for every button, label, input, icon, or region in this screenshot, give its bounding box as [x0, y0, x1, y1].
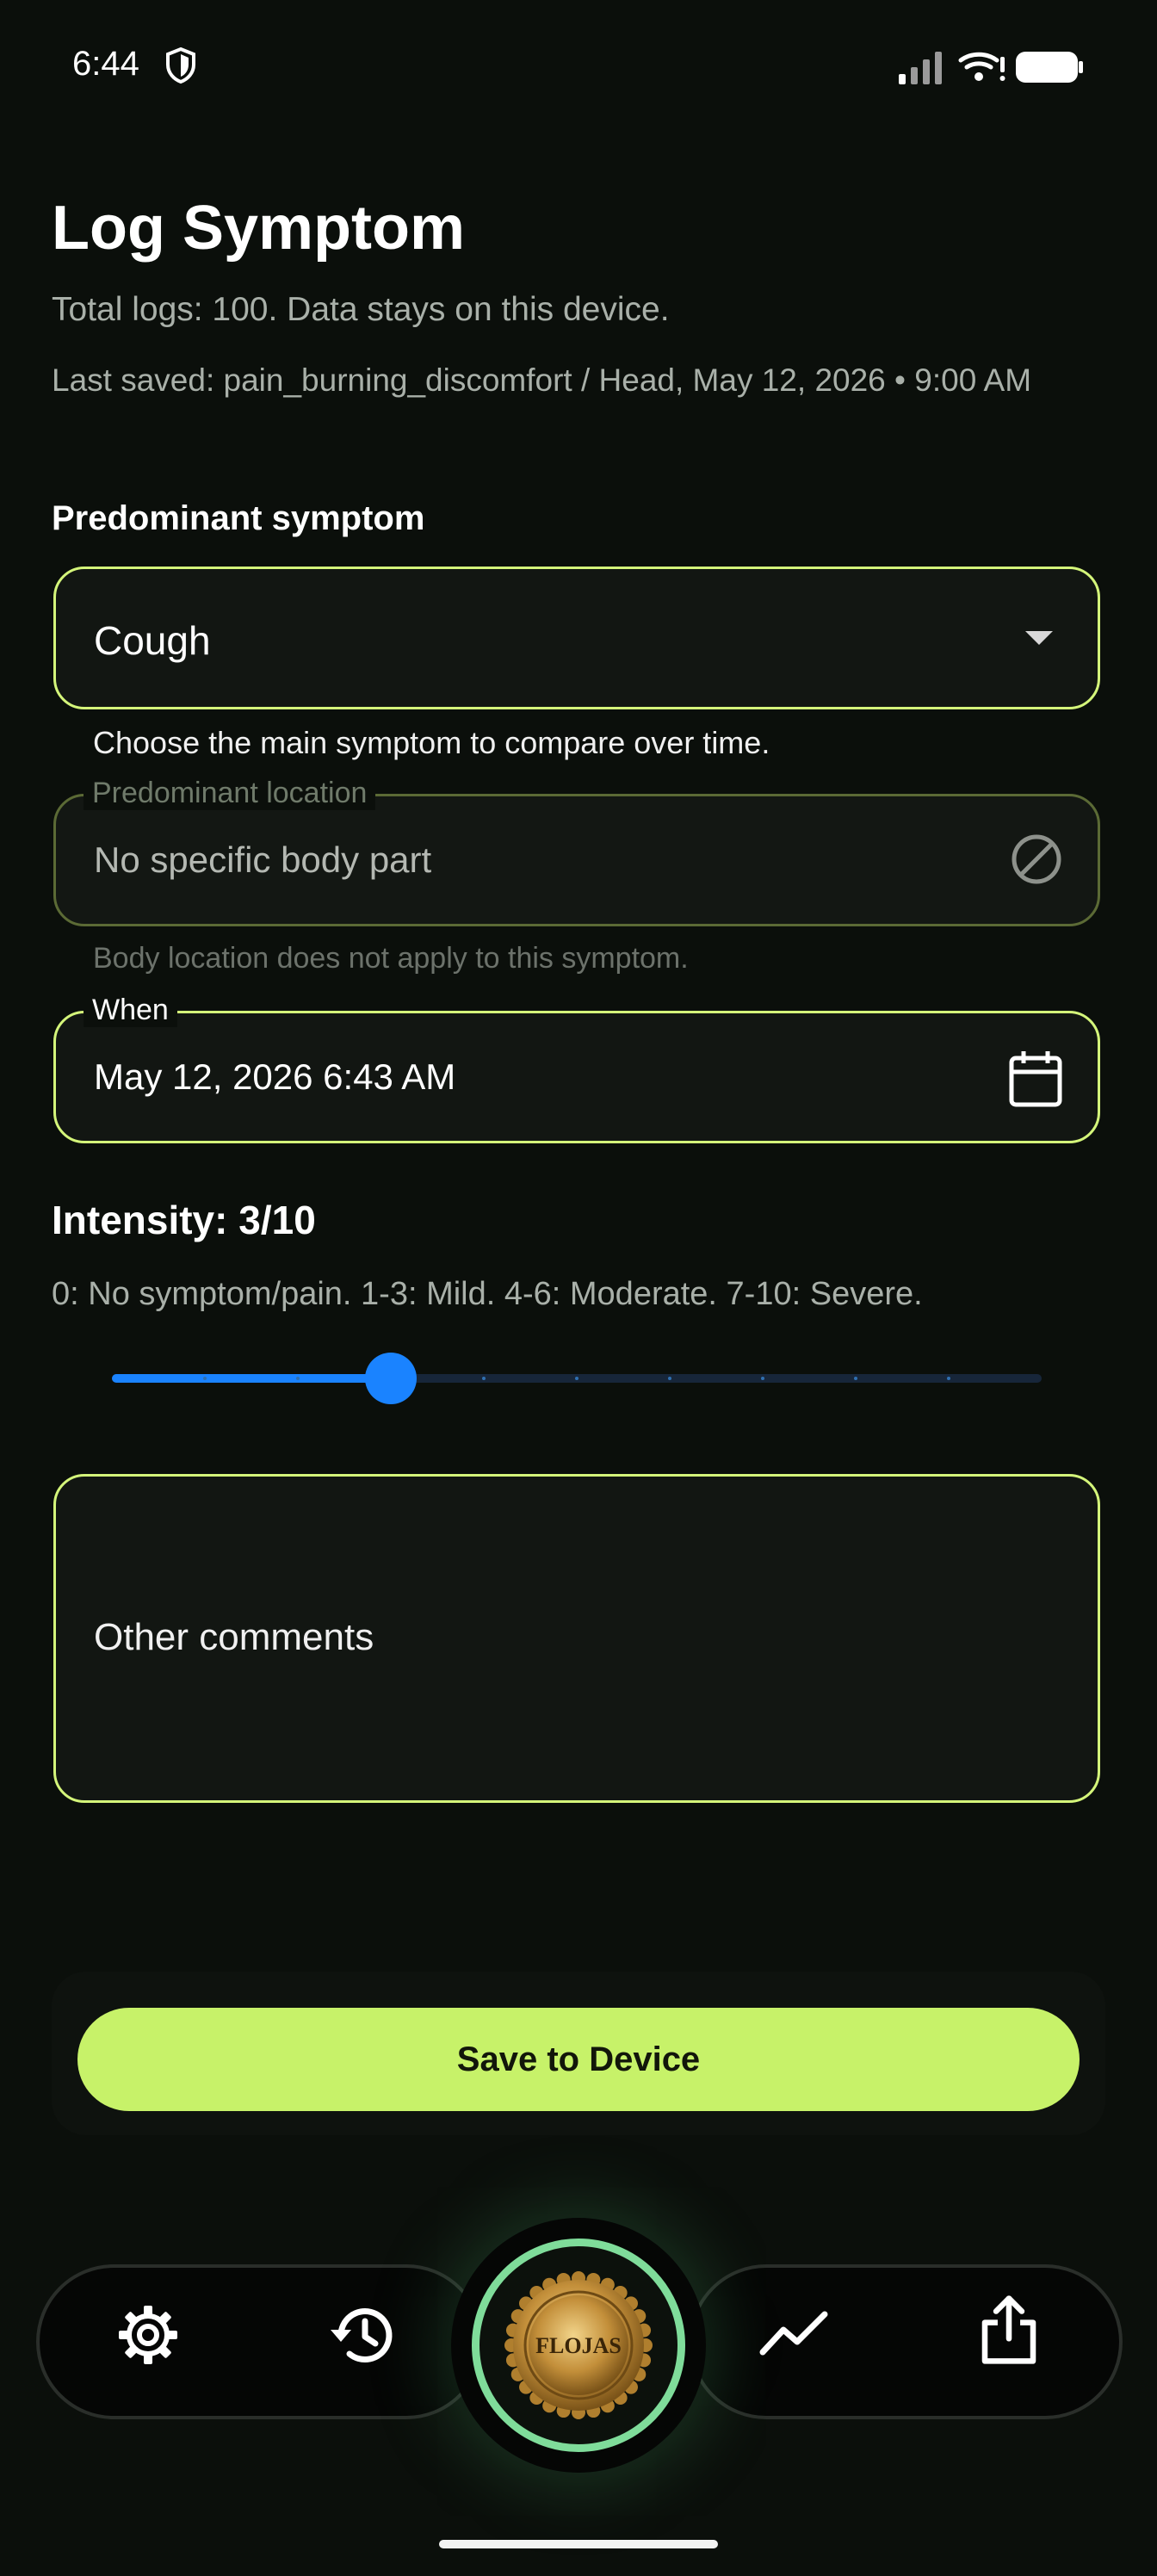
status-time: 6:44: [72, 45, 139, 83]
slider-tick: [296, 1377, 300, 1380]
flojas-logo[interactable]: FLOJAS: [503, 2269, 654, 2421]
slider-tick: [575, 1377, 578, 1380]
slider-tick: [668, 1377, 671, 1380]
slider-tick: [947, 1377, 950, 1380]
location-value: No specific body part: [94, 839, 432, 880]
comments-field[interactable]: Other comments: [53, 1474, 1100, 1803]
when-field[interactable]: When May 12, 2026 6:43 AM: [53, 993, 1100, 1143]
block-icon: [1012, 834, 1061, 884]
shield-icon: [166, 46, 195, 84]
slider-tick: [761, 1377, 764, 1380]
save-button[interactable]: Save to Device: [77, 2008, 1080, 2111]
intensity-slider[interactable]: [112, 1353, 1042, 1404]
slider-tick: [482, 1377, 486, 1380]
comments-placeholder: Other comments: [94, 1616, 374, 1658]
symptom-value: Cough: [94, 618, 211, 663]
slider-thumb[interactable]: [365, 1353, 417, 1404]
home-indicator[interactable]: [439, 2540, 718, 2548]
logo-text: FLOJAS: [535, 2333, 622, 2358]
location-field: Predominant location No specific body pa…: [53, 776, 1100, 926]
location-label: Predominant location: [84, 776, 376, 810]
slider-fill: [112, 1374, 391, 1383]
total-logs-text: Total logs: 100. Data stays on this devi…: [52, 291, 670, 328]
signal-icon: [899, 52, 942, 84]
slider-tick: [203, 1377, 207, 1380]
location-helper-text: Body location does not apply to this sym…: [93, 942, 689, 975]
gear-icon[interactable]: [112, 2299, 184, 2371]
chevron-down-icon: [1025, 631, 1053, 645]
bottom-nav-right: [689, 2264, 1123, 2419]
page-title: Log Symptom: [52, 194, 465, 263]
intensity-label: Intensity: 3/10: [52, 1198, 316, 1242]
symptom-section-label: Predominant symptom: [52, 499, 425, 537]
slider-tick: [854, 1377, 857, 1380]
when-label: When: [84, 993, 177, 1027]
wifi-icon: [958, 52, 1005, 81]
intensity-help-text: 0: No symptom/pain. 1-3: Mild. 4-6: Mode…: [52, 1276, 923, 1312]
share-icon[interactable]: [973, 2294, 1045, 2366]
bottom-nav-left: [36, 2264, 484, 2419]
symptom-helper-text: Choose the main symptom to compare over …: [93, 725, 770, 760]
last-saved-text: Last saved: pain_burning_discomfort / He…: [52, 362, 1032, 398]
calendar-icon[interactable]: [1006, 1048, 1065, 1110]
battery-icon: [1016, 52, 1083, 83]
trend-icon[interactable]: [758, 2299, 830, 2371]
when-value: May 12, 2026 6:43 AM: [94, 1056, 456, 1097]
history-icon[interactable]: [327, 2299, 399, 2371]
symptom-dropdown[interactable]: Cough: [53, 567, 1100, 709]
